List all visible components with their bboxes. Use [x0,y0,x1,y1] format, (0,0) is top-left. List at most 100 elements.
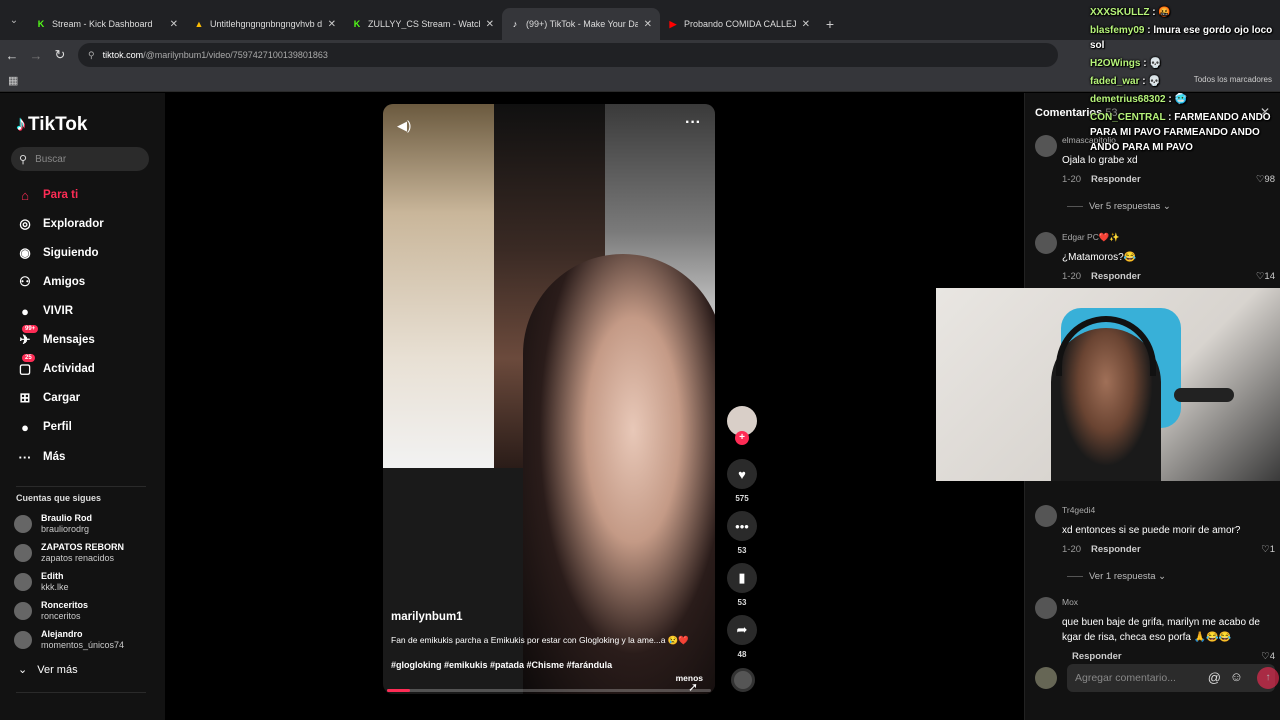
share-count: 48 [737,650,747,659]
avatar [14,544,32,562]
reload-icon[interactable]: ↻ [48,47,72,63]
video-description: Fan de emikukis parcha a Emikukis por es… [391,635,690,645]
drive-icon: ▲ [194,19,204,29]
apps-grid-icon[interactable]: ▦ [8,74,18,87]
comment-icon: ••• [735,518,749,534]
sidebar-item-cargar[interactable]: ⊞ Cargar [16,387,81,409]
following-account[interactable]: Ronceritos ronceritos [14,600,88,622]
chat-message: H2OWings : 💀 [1090,58,1162,69]
kick-icon: K [37,19,45,29]
close-tab-icon[interactable]: ✕ [486,19,494,30]
following-account[interactable]: Edith kkk.lke [14,571,69,593]
youtube-icon: ▶ [669,19,677,29]
sidebar-item-vivir[interactable]: ● VIVIR [16,300,73,322]
chat-text: 🤬 [1158,7,1171,18]
sidebar-item-para-ti[interactable]: ⌂ Para ti [16,184,78,206]
comment-user[interactable]: Edgar PC❤️✨ [1062,232,1120,243]
music-disc-icon[interactable] [731,668,755,692]
browser-tab[interactable]: K ZULLYY_CS Stream - Watch Live ✕ [344,8,502,40]
sidebar-item-amigos[interactable]: ⚇ Amigos [16,271,85,293]
follow-plus-icon[interactable]: + [735,431,749,445]
microphone [1174,388,1234,402]
comment-likes[interactable]: ♡98 [1256,174,1275,185]
close-tab-icon[interactable]: ✕ [644,19,652,30]
avatar[interactable] [1035,505,1057,527]
view-replies-button[interactable]: Ver 5 respuestas ⌄ [1067,201,1171,212]
address-toolbar: ← → ↻ ⚲ tiktok.com/@marilynbum1/video/75… [0,40,1280,70]
browser-tab[interactable]: ▲ Untitlehgngngnbngngvhvb d.jp ✕ [186,8,344,40]
tiktok-logo[interactable]: ♪ TikTok [16,113,87,136]
save-count: 53 [737,598,747,607]
browser-tab[interactable]: K Stream - Kick Dashboard ✕ [28,8,186,40]
tab-title: Stream - Kick Dashboard [52,19,153,29]
browser-tab-bar: ⌄ K Stream - Kick Dashboard ✕ ▲ Untitlehgngn… [0,0,1280,40]
video-author[interactable]: marilynbum1 [391,611,463,623]
search-input[interactable]: ⚲ Buscar [11,147,149,171]
account-name: ZAPATOS REBORN [41,542,125,552]
comment-input[interactable] [1067,664,1275,692]
new-tab-button[interactable]: + [818,8,842,40]
comment-likes[interactable]: ♡14 [1256,271,1275,282]
video-progress-fill [387,689,410,692]
comment-composer: @ ☺ ↑ [1035,664,1279,692]
sidebar-item-más[interactable]: ··· Más [16,446,66,468]
site-info-icon[interactable]: ⚲ [88,50,95,61]
sidebar-item-actividad[interactable]: ▢ 25 Actividad [16,354,95,380]
chat-username: CON_CENTRAL [1090,112,1166,123]
reply-button[interactable]: Responder [1072,651,1122,662]
comment-likes[interactable]: ♡4 [1261,651,1275,662]
comment-likes[interactable]: ♡1 [1261,544,1275,555]
avatar[interactable] [1035,135,1057,157]
video-hashtags[interactable]: #glogloking #emikukis #patada #Chisme #f… [391,660,612,670]
like-button[interactable]: ♥ [727,459,757,489]
avatar[interactable] [1035,232,1057,254]
reply-button[interactable]: Responder [1091,544,1141,555]
tab-search-icon[interactable]: ⌄ [0,0,28,40]
see-more-button[interactable]: ⌄ Ver más [18,663,78,676]
chat-username: XXXSKULLZ [1090,7,1150,18]
back-icon[interactable]: ← [0,48,24,63]
volume-icon[interactable]: ◀) [397,118,411,134]
sidebar-item-mensajes[interactable]: ✈ 99+ Mensajes [16,325,95,351]
reply-button[interactable]: Responder [1091,271,1141,282]
following-account[interactable]: ZAPATOS REBORN zapatos renacidos [14,542,124,564]
stream-chat-overlay: XXXSKULLZ : 🤬 blasfemy09 : lmura ese gord… [1090,5,1276,158]
chat-text: 🥶 [1174,94,1187,105]
sidebar-item-label: Para ti [43,189,79,201]
comment-user[interactable]: Mox [1062,597,1078,607]
close-tab-icon[interactable]: ✕ [170,19,178,30]
comment-text: que buen baje de grifa, marilyn me acabo… [1062,617,1260,643]
chat-message: demetrius68302 : 🥶 [1090,94,1187,105]
following-account[interactable]: Braulio Rod brauliorodrg [14,513,92,535]
account-handle: zapatos renacidos [41,553,115,563]
following-account[interactable]: Alejandro momentos_únicos74 [14,629,124,651]
close-tab-icon[interactable]: ✕ [328,19,336,30]
tab-title: Untitlehgngngnbngngvhvb d.jp [210,19,322,29]
emoji-icon[interactable]: ☺ [1230,669,1243,684]
save-button[interactable]: ▮ [727,563,757,593]
comment-button[interactable]: ••• [727,511,757,541]
comment-text: xd entonces si se puede morir de amor? [1062,525,1241,536]
sidebar-item-perfil[interactable]: ● Perfil [16,416,72,438]
avatar[interactable] [1035,597,1057,619]
profile-icon: ● [21,419,29,435]
close-tab-icon[interactable]: ✕ [802,19,810,30]
browser-tab[interactable]: ♪ (99+) TikTok - Make Your Day ✕ [502,8,660,40]
view-replies-button[interactable]: Ver 1 respuesta ⌄ [1067,571,1166,582]
forward-icon[interactable]: → [24,48,48,63]
comment-user[interactable]: Tr4gedi4 [1062,505,1095,515]
browser-tab[interactable]: ▶ Probando COMIDA CALLEJERA ✕ [660,8,818,40]
reply-button[interactable]: Responder [1091,174,1141,185]
more-icon: ··· [18,449,32,465]
send-button[interactable]: ↑ [1257,667,1279,689]
url-bar[interactable]: ⚲ tiktok.com/@marilynbum1/video/75974271… [78,43,1058,67]
bookmark-icon: ▮ [738,570,746,585]
more-options-icon[interactable]: ··· [685,114,701,132]
video-progress-bar[interactable] [387,689,711,692]
video-player[interactable]: ◀) ··· marilynbum1 Fan de emikukis parch… [383,104,715,694]
share-button[interactable]: ➦ [727,615,757,645]
mention-icon[interactable]: @ [1208,670,1221,685]
account-handle: brauliorodrg [41,524,90,534]
sidebar-item-explorador[interactable]: ◎ Explorador [16,213,103,235]
sidebar-item-siguiendo[interactable]: ◉ Siguiendo [16,242,98,264]
